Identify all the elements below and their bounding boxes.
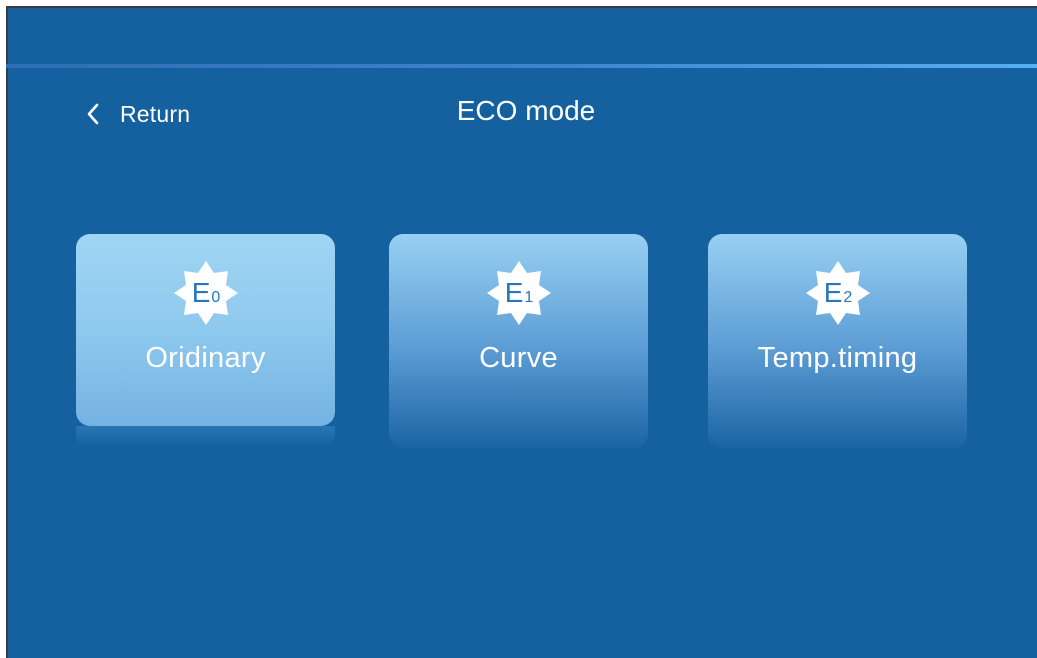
return-button[interactable]: Return	[86, 94, 190, 134]
card-reflection	[76, 426, 335, 448]
badge-letter: E	[504, 277, 524, 308]
eco-mode-screen: Return ECO mode E0 Oridinary E1 Curve E …	[6, 6, 1037, 658]
badge-subscript: 1	[524, 288, 534, 306]
screen-border-left	[6, 6, 8, 658]
mode-label: Curve	[479, 342, 558, 374]
mode-label: Oridinary	[145, 342, 266, 374]
badge-subscript: 0	[211, 288, 221, 306]
mode-label: Temp.timing	[757, 342, 918, 374]
e1-badge-icon: E1	[485, 259, 553, 327]
page-title: ECO mode	[456, 95, 596, 126]
return-label: Return	[120, 100, 191, 127]
screen-border-top	[6, 6, 1037, 8]
mode-card-ordinary[interactable]: E0 Oridinary	[76, 234, 335, 426]
badge-subscript: 2	[843, 288, 853, 306]
badge-letter: E	[823, 277, 843, 308]
e2-badge-icon: E2	[804, 259, 872, 327]
e0-badge-icon: E0	[172, 259, 240, 327]
mode-card-curve[interactable]: E1 Curve	[389, 234, 648, 448]
header-divider	[6, 64, 1037, 68]
chevron-left-icon	[86, 103, 100, 125]
badge-letter: E	[191, 277, 211, 308]
mode-card-temp-timing[interactable]: E2 Temp.timing	[708, 234, 967, 448]
